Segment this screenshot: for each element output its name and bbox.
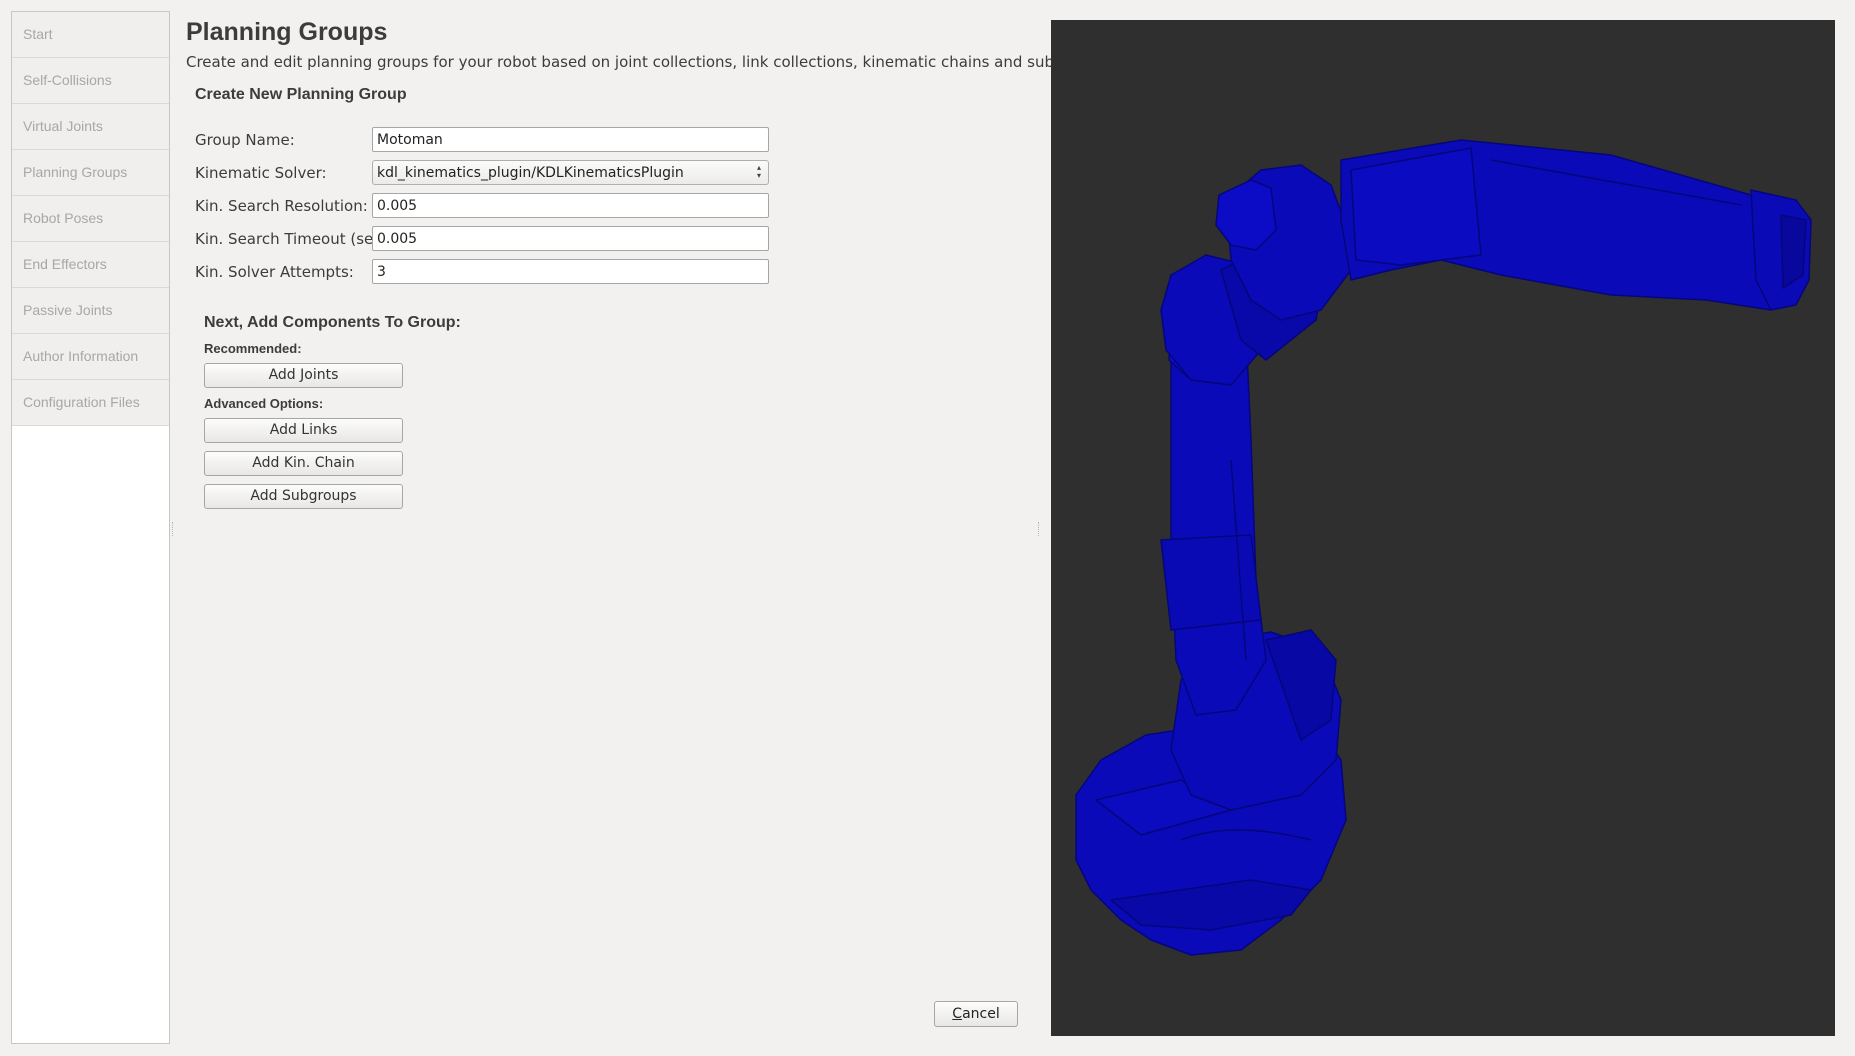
section-title: Create New Planning Group bbox=[195, 86, 407, 103]
search-resolution-label: Kin. Search Resolution: bbox=[195, 197, 368, 215]
sidebar-item-planning-groups[interactable]: Planning Groups bbox=[12, 150, 169, 196]
add-kin-chain-button[interactable]: Add Kin. Chain bbox=[204, 451, 403, 476]
robot-3d-viewport[interactable] bbox=[1051, 20, 1835, 1036]
group-name-input[interactable]: Motoman bbox=[372, 127, 769, 152]
sidebar-item-author-information[interactable]: Author Information bbox=[12, 334, 169, 380]
cancel-mnemonic: C bbox=[952, 1006, 963, 1022]
cancel-button[interactable]: Cancel bbox=[934, 1001, 1018, 1027]
sidebar-item-end-effectors[interactable]: End Effectors bbox=[12, 242, 169, 288]
advanced-options-label: Advanced Options: bbox=[204, 396, 324, 411]
sidebar-item-robot-poses[interactable]: Robot Poses bbox=[12, 196, 169, 242]
left-splitter-handle[interactable] bbox=[172, 522, 177, 536]
wizard-sidebar: Start Self-Collisions Virtual Joints Pla… bbox=[11, 11, 170, 1044]
group-name-label: Group Name: bbox=[195, 131, 295, 149]
sidebar-item-virtual-joints[interactable]: Virtual Joints bbox=[12, 104, 169, 150]
kinematic-solver-label: Kinematic Solver: bbox=[195, 164, 327, 182]
sidebar-item-self-collisions[interactable]: Self-Collisions bbox=[12, 58, 169, 104]
cancel-label: ancel bbox=[962, 1006, 1000, 1022]
page-description: Create and edit planning groups for your… bbox=[186, 53, 1111, 71]
solver-attempts-label: Kin. Solver Attempts: bbox=[195, 263, 354, 281]
components-title: Next, Add Components To Group: bbox=[204, 314, 461, 331]
right-splitter-handle[interactable] bbox=[1038, 522, 1043, 536]
sidebar-item-configuration-files[interactable]: Configuration Files bbox=[12, 380, 169, 426]
updown-arrows-icon: ▴ ▾ bbox=[756, 163, 761, 180]
search-timeout-input[interactable]: 0.005 bbox=[372, 226, 769, 251]
recommended-label: Recommended: bbox=[204, 341, 302, 356]
add-subgroups-button[interactable]: Add Subgroups bbox=[204, 484, 403, 509]
search-resolution-input[interactable]: 0.005 bbox=[372, 193, 769, 218]
search-timeout-label: Kin. Search Timeout (sec): bbox=[195, 230, 393, 248]
robot-model-icon bbox=[1075, 139, 1812, 956]
sidebar-item-passive-joints[interactable]: Passive Joints bbox=[12, 288, 169, 334]
kinematic-solver-select[interactable]: kdl_kinematics_plugin/KDLKinematicsPlugi… bbox=[372, 160, 769, 185]
page-title: Planning Groups bbox=[186, 18, 388, 46]
kinematic-solver-value: kdl_kinematics_plugin/KDLKinematicsPlugi… bbox=[377, 165, 684, 181]
solver-attempts-input[interactable]: 3 bbox=[372, 259, 769, 284]
add-joints-button[interactable]: Add Joints bbox=[204, 363, 403, 388]
sidebar-item-start[interactable]: Start bbox=[12, 12, 169, 58]
add-links-button[interactable]: Add Links bbox=[204, 418, 403, 443]
